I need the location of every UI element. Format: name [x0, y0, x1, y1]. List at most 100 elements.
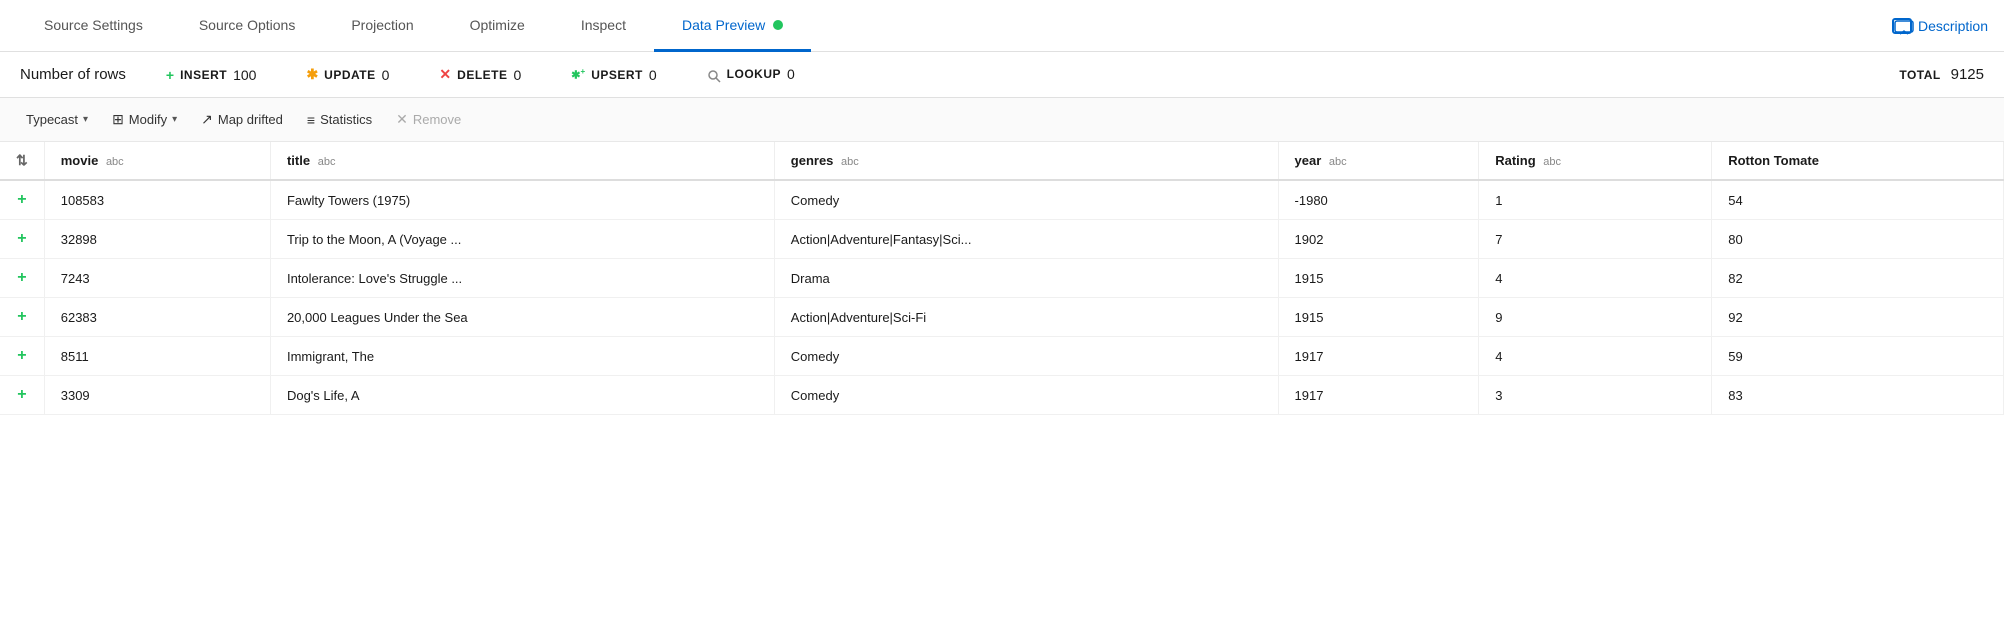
tab-source-settings[interactable]: Source Settings: [16, 0, 171, 52]
cell-rating: 1: [1479, 180, 1712, 220]
upsert-stat: ✱+ UPSERT 0: [571, 67, 656, 83]
col-rating[interactable]: Rating abc: [1479, 142, 1712, 180]
cell-title: Fawlty Towers (1975): [270, 180, 774, 220]
row-action-cell[interactable]: +: [0, 298, 44, 337]
cell-rotten: 80: [1712, 220, 2004, 259]
update-val: 0: [382, 67, 390, 83]
lookup-icon: [707, 66, 721, 82]
row-action-cell[interactable]: +: [0, 376, 44, 415]
data-table: ⇅ movie abc title abc genres abc year ab…: [0, 142, 2004, 415]
tab-source-options[interactable]: Source Options: [171, 0, 324, 52]
col-year-type: abc: [1329, 156, 1347, 168]
cell-genres: Drama: [774, 259, 1278, 298]
cell-genres: Action|Adventure|Sci-Fi: [774, 298, 1278, 337]
cell-rating: 3: [1479, 376, 1712, 415]
update-stat: ✱ UPDATE 0: [306, 66, 389, 83]
delete-val: 0: [514, 67, 522, 83]
top-nav: Source Settings Source Options Projectio…: [0, 0, 2004, 52]
upsert-key: UPSERT: [591, 68, 643, 82]
table-row: + 3309 Dog's Life, A Comedy 1917 3 83: [0, 376, 2004, 415]
row-action-cell[interactable]: +: [0, 337, 44, 376]
modify-button[interactable]: ⊞ Modify ▾: [102, 106, 187, 133]
delete-key: DELETE: [457, 68, 507, 82]
col-title-label: title: [287, 153, 310, 168]
col-genres[interactable]: genres abc: [774, 142, 1278, 180]
upsert-icon: ✱+: [571, 67, 585, 82]
delete-stat: ✕ DELETE 0: [439, 66, 521, 83]
cell-year: 1902: [1278, 220, 1479, 259]
tab-optimize[interactable]: Optimize: [442, 0, 553, 52]
cell-rating: 4: [1479, 337, 1712, 376]
col-rating-type: abc: [1543, 156, 1561, 168]
tab-data-preview[interactable]: Data Preview: [654, 0, 811, 52]
insert-stat: + INSERT 100: [166, 67, 257, 83]
statistics-icon: ≡: [307, 112, 315, 128]
col-sort[interactable]: ⇅: [0, 142, 44, 180]
col-year-label: year: [1295, 153, 1322, 168]
col-rating-label: Rating: [1495, 153, 1535, 168]
toolbar: Typecast ▾ ⊞ Modify ▾ ↗ Map drifted ≡ St…: [0, 98, 2004, 142]
typecast-chevron-icon: ▾: [83, 114, 88, 125]
cell-rotten: 83: [1712, 376, 2004, 415]
remove-icon: ✕: [396, 111, 408, 128]
upsert-val: 0: [649, 67, 657, 83]
cell-movie: 62383: [44, 298, 270, 337]
insert-val: 100: [233, 67, 256, 83]
lookup-stat: LOOKUP 0: [707, 66, 795, 82]
data-table-container: ⇅ movie abc title abc genres abc year ab…: [0, 142, 2004, 415]
sort-icon: ⇅: [16, 152, 28, 168]
col-title-type: abc: [318, 156, 336, 168]
table-row: + 32898 Trip to the Moon, A (Voyage ... …: [0, 220, 2004, 259]
map-drifted-icon: ↗: [201, 111, 213, 128]
cell-rotten: 54: [1712, 180, 2004, 220]
rows-label: Number of rows: [20, 66, 126, 83]
remove-button[interactable]: ✕ Remove: [386, 106, 471, 133]
table-row: + 108583 Fawlty Towers (1975) Comedy -19…: [0, 180, 2004, 220]
cell-title: 20,000 Leagues Under the Sea: [270, 298, 774, 337]
cell-genres: Action|Adventure|Fantasy|Sci...: [774, 220, 1278, 259]
description-icon: [1892, 18, 1912, 34]
map-drifted-button[interactable]: ↗ Map drifted: [191, 106, 293, 133]
active-dot: [773, 20, 783, 30]
col-rotten-label: Rotton Tomate: [1728, 153, 1819, 168]
cell-year: 1915: [1278, 259, 1479, 298]
row-action-cell[interactable]: +: [0, 220, 44, 259]
cell-rotten: 92: [1712, 298, 2004, 337]
cell-movie: 108583: [44, 180, 270, 220]
cell-title: Intolerance: Love's Struggle ...: [270, 259, 774, 298]
update-key: UPDATE: [324, 68, 375, 82]
col-movie-type: abc: [106, 156, 124, 168]
cell-title: Trip to the Moon, A (Voyage ...: [270, 220, 774, 259]
lookup-val: 0: [787, 66, 795, 82]
col-genres-label: genres: [791, 153, 834, 168]
cell-genres: Comedy: [774, 180, 1278, 220]
col-movie[interactable]: movie abc: [44, 142, 270, 180]
delete-icon: ✕: [439, 66, 451, 83]
cell-title: Dog's Life, A: [270, 376, 774, 415]
total-stat: TOTAL 9125: [1899, 66, 1984, 83]
typecast-button[interactable]: Typecast ▾: [16, 107, 98, 132]
table-row: + 8511 Immigrant, The Comedy 1917 4 59: [0, 337, 2004, 376]
table-header-row: ⇅ movie abc title abc genres abc year ab…: [0, 142, 2004, 180]
cell-movie: 32898: [44, 220, 270, 259]
col-movie-label: movie: [61, 153, 99, 168]
cell-rating: 9: [1479, 298, 1712, 337]
cell-year: 1915: [1278, 298, 1479, 337]
col-rotten[interactable]: Rotton Tomate: [1712, 142, 2004, 180]
col-genres-type: abc: [841, 156, 859, 168]
col-title[interactable]: title abc: [270, 142, 774, 180]
cell-title: Immigrant, The: [270, 337, 774, 376]
insert-key: INSERT: [180, 68, 227, 82]
modify-icon: ⊞: [112, 111, 124, 128]
total-val: 9125: [1951, 66, 1984, 83]
tab-inspect[interactable]: Inspect: [553, 0, 654, 52]
table-row: + 7243 Intolerance: Love's Struggle ... …: [0, 259, 2004, 298]
tab-projection[interactable]: Projection: [323, 0, 441, 52]
cell-genres: Comedy: [774, 376, 1278, 415]
description-button[interactable]: Description: [1892, 18, 1988, 34]
statistics-button[interactable]: ≡ Statistics: [297, 107, 382, 133]
row-action-cell[interactable]: +: [0, 259, 44, 298]
col-year[interactable]: year abc: [1278, 142, 1479, 180]
total-key: TOTAL: [1899, 68, 1940, 82]
row-action-cell[interactable]: +: [0, 180, 44, 220]
